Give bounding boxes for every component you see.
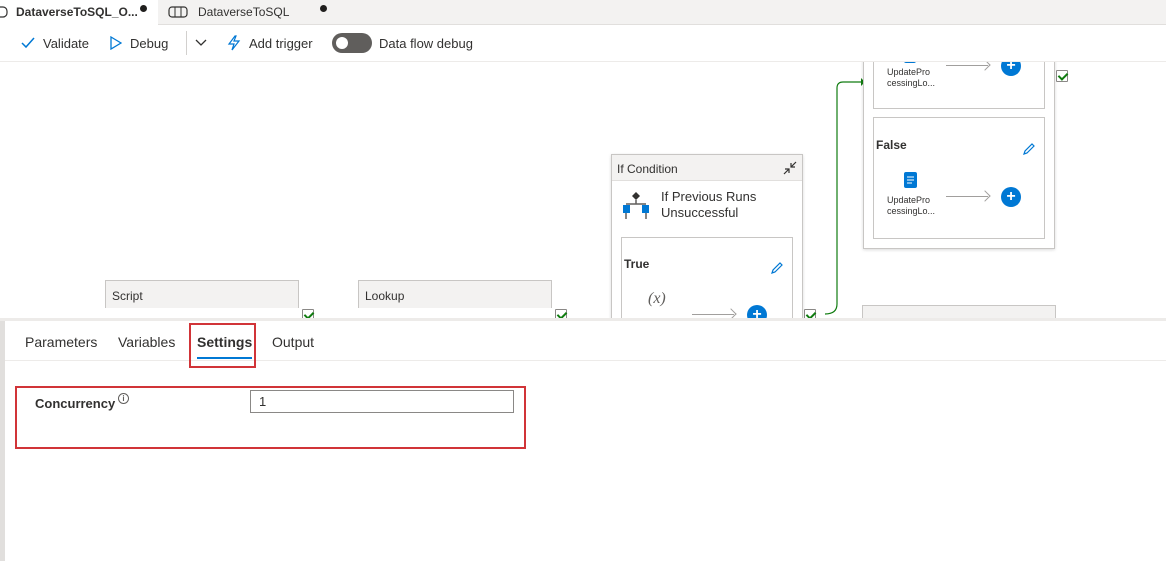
pipeline-icon — [0, 6, 8, 18]
update-activity-line-2: cessingLo... — [887, 206, 936, 216]
unsaved-dot — [140, 5, 147, 12]
add-activity-button[interactable]: + — [1001, 62, 1021, 76]
update-activity-line-2: cessingLo... — [887, 78, 936, 88]
if-condition-header: If Condition — [612, 155, 802, 181]
true-branch-label: True — [624, 257, 650, 271]
tab-dataverse-to-sql-o[interactable]: DataverseToSQL_O... — [0, 0, 158, 25]
validate-label: Validate — [43, 35, 90, 51]
update-activity-label: UpdatePro cessingLo... — [887, 195, 935, 217]
pipeline-toolbar: Validate Debug Add trigger Data flow deb… — [0, 25, 1166, 62]
script-activity-icon — [904, 62, 916, 63]
flow-arrow — [946, 196, 988, 197]
lookup-activity-title: Lookup — [365, 289, 405, 303]
lightning-icon — [227, 35, 241, 51]
toggle-switch[interactable] — [332, 33, 372, 53]
concurrency-highlight — [15, 386, 526, 449]
toolbar-divider — [186, 31, 187, 55]
true-branch[interactable]: True (x) + — [621, 237, 793, 319]
tab-variables[interactable]: Variables — [118, 334, 175, 350]
if-condition-name: If Previous Runs Unsuccessful — [661, 189, 771, 221]
validate-button[interactable]: Validate — [21, 30, 89, 56]
chevron-down-icon — [195, 39, 207, 46]
success-connector-icon[interactable] — [1056, 70, 1068, 82]
lookup-activity[interactable]: Lookup — [358, 280, 552, 308]
if-condition-icon — [623, 192, 649, 219]
script-activity-title: Script — [112, 289, 143, 303]
add-trigger-label: Add trigger — [249, 35, 313, 51]
if-condition-title: If Condition — [617, 162, 678, 176]
tab-output[interactable]: Output — [272, 334, 314, 350]
pipeline-icon — [168, 6, 188, 18]
nested-if-condition[interactable]: UpdatePro cessingLo... + False UpdatePro… — [863, 62, 1055, 249]
more-options-chevron[interactable] — [195, 30, 215, 56]
dataflow-debug-label: Data flow debug — [379, 35, 473, 51]
collapse-icon[interactable] — [782, 160, 798, 176]
debug-label: Debug — [130, 35, 169, 51]
flow-arrow — [946, 65, 988, 66]
update-activity-label: UpdatePro cessingLo... — [887, 67, 935, 89]
update-activity-line-1: UpdatePro — [887, 67, 931, 77]
unsaved-dot — [320, 5, 327, 12]
tab-dataverse-to-sql[interactable]: DataverseToSQL — [160, 0, 338, 25]
tab-label: DataverseToSQL — [198, 5, 290, 19]
if-condition-name-text: If Previous Runs Unsuccessful — [661, 189, 757, 220]
dataflow-debug-toggle[interactable]: Data flow debug — [332, 30, 473, 56]
pencil-icon[interactable] — [770, 261, 784, 275]
flow-arrow — [692, 314, 734, 315]
add-trigger-button[interactable]: Add trigger — [227, 30, 313, 56]
checkmark-icon — [21, 37, 35, 49]
script-activity-icon — [904, 172, 917, 188]
properties-tabs: Parameters Variables Settings Output — [5, 321, 1166, 361]
true-branch[interactable]: UpdatePro cessingLo... + — [873, 62, 1045, 109]
settings-tab-highlight — [189, 323, 256, 368]
document-tab-bar: DataverseToSQL_O... DataverseToSQL — [0, 0, 1166, 25]
activity-node-partial[interactable] — [862, 305, 1056, 319]
tab-label: DataverseToSQL_O... — [16, 5, 138, 19]
false-branch[interactable]: False UpdatePro cessingLo... + — [873, 117, 1045, 239]
pipeline-canvas[interactable]: Script Lookup If Condition If Previous R… — [0, 62, 1166, 319]
tab-parameters[interactable]: Parameters — [25, 334, 97, 350]
play-icon — [110, 36, 122, 50]
debug-button[interactable]: Debug — [110, 30, 168, 56]
false-branch-label: False — [876, 138, 907, 152]
if-condition-activity[interactable]: If Condition If Previous Runs Unsuccessf… — [611, 154, 803, 319]
pencil-icon[interactable] — [1022, 142, 1036, 156]
success-path — [825, 78, 865, 315]
add-activity-button[interactable]: + — [747, 305, 767, 319]
add-activity-button[interactable]: + — [1001, 187, 1021, 207]
update-activity-line-1: UpdatePro — [887, 195, 931, 205]
script-activity[interactable]: Script — [105, 280, 299, 308]
set-variable-icon: (x) — [648, 290, 666, 307]
